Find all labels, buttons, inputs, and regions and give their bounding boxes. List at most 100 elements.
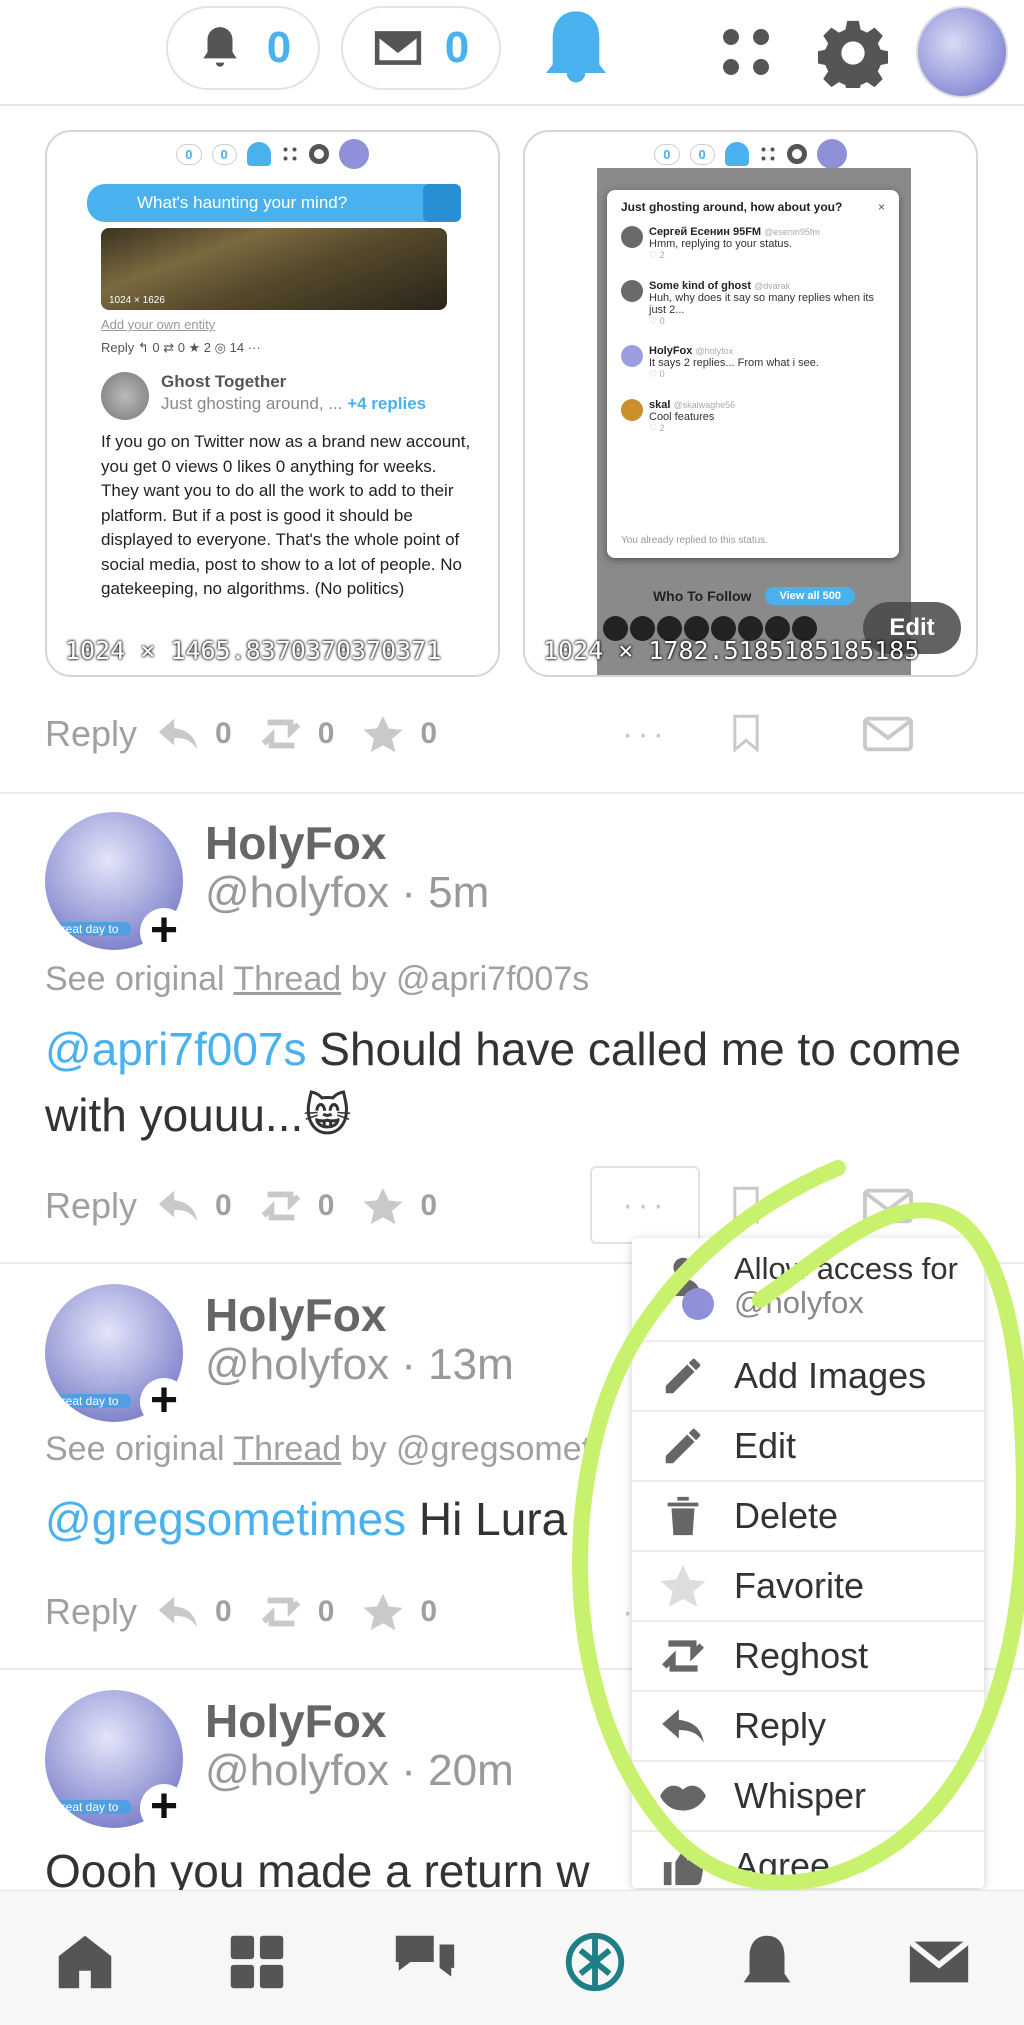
reply-icon[interactable] <box>155 714 201 754</box>
menu-item-add-images[interactable]: Add Images <box>632 1342 984 1412</box>
thread-reference: See original Thread by @apri7f007s <box>45 960 590 998</box>
gear-icon[interactable] <box>816 18 890 94</box>
menu-item-favorite[interactable]: Favorite <box>632 1552 984 1622</box>
author-handle-time[interactable]: @holyfox · 20m <box>205 1746 514 1796</box>
reply-label[interactable]: Reply <box>45 713 137 755</box>
reply-icon <box>662 1709 704 1743</box>
mention-link[interactable]: @apri7f007s <box>45 1023 307 1075</box>
avatar-tag: great day to <box>51 922 131 936</box>
mini-top-bar: 0 0 <box>47 132 498 176</box>
bookmark-icon[interactable] <box>733 714 759 752</box>
star-icon[interactable] <box>360 1186 406 1226</box>
star-icon[interactable] <box>360 1592 406 1632</box>
ghost-logo-icon[interactable] <box>536 8 616 88</box>
menu-item-agree[interactable]: Agree <box>632 1832 984 1888</box>
apps-grid-icon[interactable] <box>716 22 776 82</box>
reply-label[interactable]: Reply <box>45 1185 137 1227</box>
reply-count: 0 <box>215 1595 232 1628</box>
menu-item-reghost[interactable]: Reghost <box>632 1622 984 1692</box>
thread-reference: See original Thread by @gregsometi <box>45 1430 599 1468</box>
thread-link[interactable]: Thread <box>233 960 341 998</box>
home-icon[interactable] <box>50 1927 120 1997</box>
more-options-button[interactable]: ··· <box>590 704 700 764</box>
reghost-count: 0 <box>317 717 335 750</box>
mini-avatar <box>338 139 369 169</box>
bell-icon <box>203 27 237 67</box>
thumbs-up-icon <box>663 1846 705 1886</box>
divider <box>0 792 1024 794</box>
author-handle-time[interactable]: @holyfox · 5m <box>205 868 489 918</box>
mini-search-placeholder: What's haunting your mind? <box>137 193 348 212</box>
mini-notifications-count: 0 <box>176 143 202 165</box>
replies-modal: Just ghosting around, how about you? × С… <box>607 190 899 558</box>
envelope-icon[interactable] <box>863 716 913 752</box>
post-actions: Reply 0 0 0 ··· <box>45 704 979 764</box>
reghost-icon[interactable] <box>258 1592 304 1632</box>
mini-author-name: Ghost Together <box>161 372 287 391</box>
ai-knot-icon[interactable] <box>560 1927 630 1997</box>
post-options-menu: Allow access for @holyfox Add Images Edit… <box>632 1238 984 1888</box>
mini-gear-icon <box>308 144 329 164</box>
plus-icon[interactable]: + <box>140 1377 188 1426</box>
avatar-tag: great day to <box>51 1394 131 1408</box>
image-caption: 1024 × 1626 <box>109 295 165 306</box>
access-label: Allow access for <box>734 1251 958 1286</box>
reply-avatar <box>621 345 643 367</box>
star-icon <box>660 1565 706 1608</box>
mini-post-body: If you go on Twitter now as a brand new … <box>101 432 471 598</box>
reghost-icon[interactable] <box>258 1186 304 1226</box>
bookmark-icon[interactable] <box>733 1186 759 1224</box>
plus-icon[interactable]: + <box>140 1783 188 1832</box>
reply-icon[interactable] <box>155 1186 201 1226</box>
reghost-icon[interactable] <box>258 714 304 754</box>
mini-author-sub: Just ghosting around, ... +4 replies <box>161 394 427 413</box>
mini-apps-icon <box>758 145 777 163</box>
author-name[interactable]: HolyFox <box>205 1694 386 1748</box>
messages-count: 0 <box>444 23 470 72</box>
access-user-avatar <box>682 1288 714 1320</box>
replies-link: +4 replies <box>347 394 427 413</box>
attachment-thumbnail-2[interactable]: 0 0 Just ghosting around, how about you?… <box>523 130 978 677</box>
mini-avatar <box>816 139 847 169</box>
plus-icon[interactable]: + <box>140 907 188 956</box>
star-icon[interactable] <box>360 714 406 754</box>
dashboard-grid-icon[interactable] <box>222 1927 292 1997</box>
mini-gear-icon <box>786 144 807 164</box>
modal-title: Just ghosting around, how about you? <box>621 200 843 214</box>
attachment-thumbnail-1[interactable]: 0 0 What's haunting your mind? 1024 × 16… <box>45 130 500 677</box>
mini-ghost-icon <box>246 142 271 166</box>
more-options-button[interactable]: ··· <box>590 1166 700 1244</box>
menu-item-delete[interactable]: Delete <box>632 1482 984 1552</box>
mini-author-avatar <box>101 372 149 420</box>
reply-count: 0 <box>215 717 232 750</box>
add-entity-link: Add your own entity <box>101 317 216 332</box>
mention-link[interactable]: @gregsometimes <box>45 1493 406 1545</box>
mini-author: Ghost Together Just ghosting around, ...… <box>101 372 461 426</box>
view-all-button: View all 500 <box>765 587 856 605</box>
ghost-nav-icon[interactable] <box>732 1927 802 1997</box>
user-avatar[interactable] <box>916 6 1008 98</box>
menu-item-allow-access[interactable]: Allow access for @holyfox <box>632 1238 984 1342</box>
author-handle-time[interactable]: @holyfox · 13m <box>205 1340 514 1390</box>
reply-label[interactable]: Reply <box>45 1591 137 1633</box>
chat-bubbles-icon[interactable] <box>390 1927 460 1997</box>
pencil-icon <box>665 1428 701 1464</box>
notifications-button[interactable]: 0 <box>166 6 320 90</box>
menu-item-edit[interactable]: Edit <box>632 1412 984 1482</box>
envelope-icon[interactable] <box>904 1927 974 1997</box>
envelope-icon[interactable] <box>863 1188 913 1224</box>
trash-icon <box>667 1496 699 1536</box>
reply-icon[interactable] <box>155 1592 201 1632</box>
lips-icon <box>660 1785 706 1811</box>
menu-item-reply[interactable]: Reply <box>632 1692 984 1762</box>
messages-button[interactable]: 0 <box>341 6 501 90</box>
mini-messages-count: 0 <box>689 143 715 165</box>
menu-item-whisper[interactable]: Whisper <box>632 1762 984 1832</box>
author-name[interactable]: HolyFox <box>205 1288 386 1342</box>
reghost-count: 0 <box>317 1189 335 1222</box>
mini-messages-count: 0 <box>211 143 237 165</box>
author-name[interactable]: HolyFox <box>205 816 386 870</box>
reply-count: 0 <box>215 1189 232 1222</box>
thread-link[interactable]: Thread <box>233 1430 341 1468</box>
image-dimensions: 1024 × 1465.8370370370371 <box>65 636 442 665</box>
